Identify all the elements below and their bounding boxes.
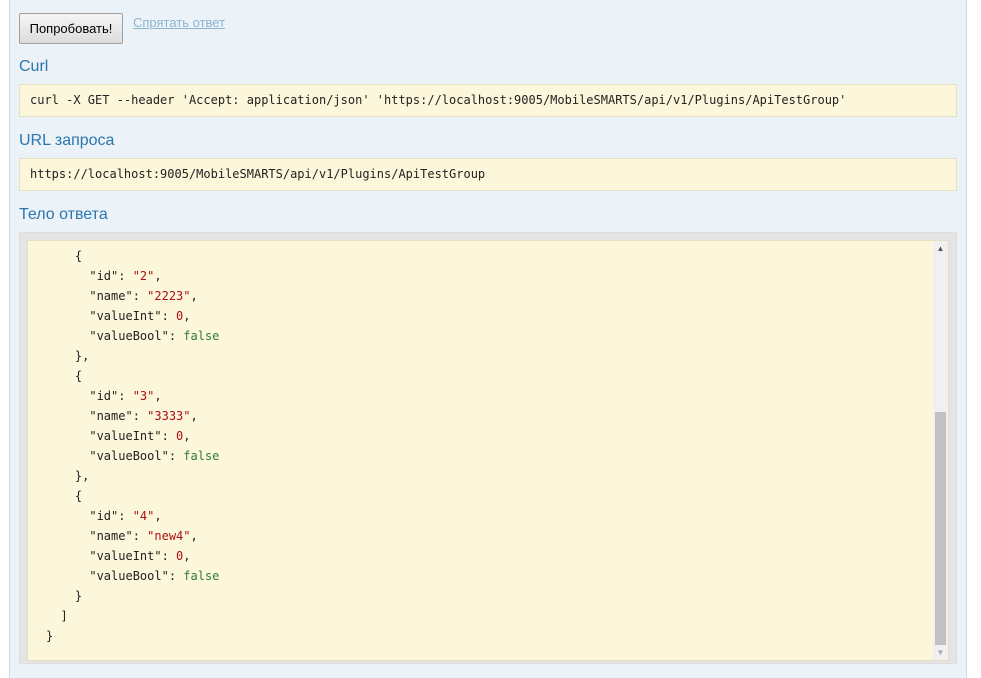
json-token: "3" xyxy=(132,389,155,403)
json-line: "id": "2", xyxy=(46,266,162,286)
json-token: }, xyxy=(46,349,90,363)
request-url-box: https://localhost:9005/MobileSMARTS/api/… xyxy=(19,158,957,191)
json-token: , xyxy=(154,509,162,523)
json-line: "valueInt": 0, xyxy=(46,546,191,566)
json-line: "id": "4", xyxy=(46,506,162,526)
json-token: "valueBool": xyxy=(46,449,184,463)
json-token: "name": xyxy=(46,529,148,543)
request-url-title: URL запроса xyxy=(19,132,115,149)
json-token: "3333" xyxy=(147,409,191,423)
json-token: { xyxy=(46,489,83,503)
json-token: "valueBool": xyxy=(46,569,184,583)
json-line: "name": "new4", xyxy=(46,526,198,546)
response-body-container: { "id": "2", "name": "2223", "valueInt":… xyxy=(19,232,957,664)
scrollbar-thumb[interactable] xyxy=(935,412,946,645)
json-line: } xyxy=(46,586,82,606)
json-token: "new4" xyxy=(147,529,191,543)
json-token: "id": xyxy=(46,509,133,523)
curl-command-box: curl -X GET --header 'Accept: applicatio… xyxy=(19,84,957,117)
hide-response-link[interactable]: Спрятать ответ xyxy=(133,15,225,30)
json-line: "id": "3", xyxy=(46,386,162,406)
json-token: , xyxy=(183,429,191,443)
json-line: }, xyxy=(46,466,89,486)
scroll-down-arrow-icon[interactable]: ▼ xyxy=(933,645,948,660)
json-token: } xyxy=(46,589,83,603)
json-token: } xyxy=(46,629,54,643)
json-token: ] xyxy=(46,609,68,623)
json-line: { xyxy=(46,246,82,266)
json-token: "4" xyxy=(132,509,155,523)
try-it-button[interactable]: Попробовать! xyxy=(19,13,123,44)
json-token: false xyxy=(183,449,220,463)
json-token: , xyxy=(154,389,162,403)
json-token: "id": xyxy=(46,269,133,283)
json-line: }, xyxy=(46,346,89,366)
json-token: , xyxy=(154,269,162,283)
json-token: false xyxy=(183,569,220,583)
json-token: , xyxy=(190,529,198,543)
json-line: "valueBool": false xyxy=(46,446,219,466)
json-token: "2" xyxy=(132,269,155,283)
json-line: "name": "2223", xyxy=(46,286,198,306)
scroll-up-arrow-icon[interactable]: ▲ xyxy=(933,241,948,256)
json-token: , xyxy=(183,549,191,563)
json-token: { xyxy=(46,369,83,383)
json-token: "valueInt": xyxy=(46,429,177,443)
json-token: "name": xyxy=(46,289,148,303)
json-line: "valueInt": 0, xyxy=(46,306,191,326)
json-line: { xyxy=(46,366,82,386)
json-token: }, xyxy=(46,469,90,483)
json-token: "2223" xyxy=(147,289,191,303)
curl-title: Curl xyxy=(19,58,49,75)
json-line: "name": "3333", xyxy=(46,406,198,426)
response-body[interactable]: { "id": "2", "name": "2223", "valueInt":… xyxy=(27,240,949,661)
vertical-scrollbar[interactable]: ▲ ▼ xyxy=(933,241,948,660)
json-line: "valueInt": 0, xyxy=(46,426,191,446)
json-token: "id": xyxy=(46,389,133,403)
json-token: , xyxy=(183,309,191,323)
json-line: } xyxy=(46,626,53,646)
json-line: "valueBool": false xyxy=(46,566,219,586)
json-token: "valueBool": xyxy=(46,329,184,343)
json-token: false xyxy=(183,329,220,343)
json-token: , xyxy=(190,409,198,423)
response-body-title: Тело ответа xyxy=(19,206,108,223)
json-token: "name": xyxy=(46,409,148,423)
json-token: { xyxy=(46,249,83,263)
json-token: , xyxy=(190,289,198,303)
json-line: "valueBool": false xyxy=(46,326,219,346)
json-token: "valueInt": xyxy=(46,309,177,323)
json-line: ] xyxy=(46,606,68,626)
json-line: { xyxy=(46,486,82,506)
json-token: "valueInt": xyxy=(46,549,177,563)
